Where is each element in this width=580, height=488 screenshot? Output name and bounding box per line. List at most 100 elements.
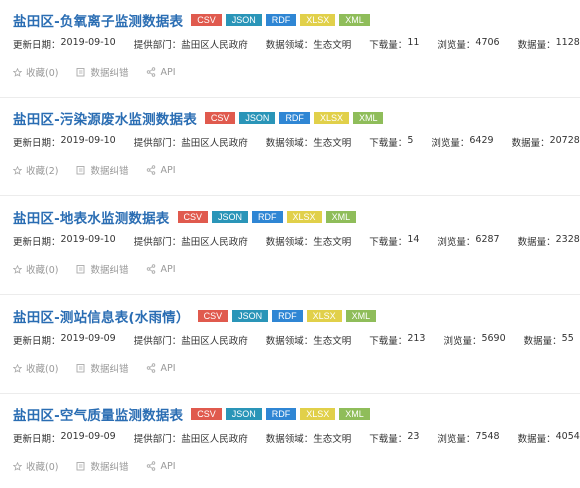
actions-row: 收藏(0) 数据纠错 API [13,262,194,276]
downloads-value: 213 [407,333,426,344]
format-tag-xml[interactable]: XML [339,14,370,26]
views-value: 7548 [475,431,500,442]
downloads-value: 23 [407,431,420,442]
provider-label: 提供部门： [133,434,182,445]
star-icon [13,363,26,373]
views-label: 浏览量： [437,434,476,445]
edit-icon [76,264,90,274]
actions-row: 收藏(2) 数据纠错 API [13,163,194,177]
format-tag-xml[interactable]: XML [345,310,377,322]
report-error-button[interactable]: 数据纠错 [76,65,128,79]
downloads-label: 下载量： [369,434,408,445]
edit-icon [76,67,90,77]
format-tag-csv[interactable]: CSV [204,112,236,124]
api-label: API [160,263,176,275]
title-row: 盐田区-地表水监测数据表 CSV JSON RDF XLSX XML [13,206,360,228]
format-tag-xml[interactable]: XML [352,112,384,124]
api-button[interactable]: API [146,263,176,275]
update-date-value: 2019-09-10 [60,37,116,48]
dataset-title-link[interactable]: 盐田区-地表水监测数据表 [13,207,170,227]
format-tag-json[interactable]: JSON [232,310,269,322]
domain-label: 数据领域： [265,237,314,248]
edit-icon [76,461,90,471]
downloads-label: 下载量： [369,138,408,149]
provider-label: 提供部门： [133,336,182,347]
api-button[interactable]: API [146,165,176,176]
update-date-label: 更新日期： [13,336,61,347]
dataset-title-link[interactable]: 盐田区-空气质量监测数据表 [13,404,183,424]
format-tag-rdf[interactable]: RDF [279,112,310,124]
domain-value: 生态文明 [313,40,352,51]
views-label: 浏览量： [437,40,476,51]
favorite-label: 收藏(0) [26,462,59,473]
share-icon [146,165,160,175]
format-tag-json[interactable]: JSON [225,14,262,26]
update-date-label: 更新日期： [13,138,61,149]
format-tag-csv[interactable]: CSV [197,310,229,322]
api-button[interactable]: API [146,461,176,472]
provider-label: 提供部门： [133,40,182,51]
report-error-button[interactable]: 数据纠错 [76,361,128,375]
edit-icon [76,363,90,373]
format-tag-rdf[interactable]: RDF [265,14,297,26]
format-tag-xml[interactable]: XML [339,408,370,420]
records-value: 40542 [555,431,580,442]
edit-icon [76,165,90,175]
update-date-label: 更新日期： [13,40,61,51]
favorite-button[interactable]: 收藏(2) [13,163,58,177]
dataset-item: 盐田区-测站信息表(水雨情） CSV JSON RDF XLSX XML 更新日期： 2019… [0,296,580,394]
format-tag-xlsx[interactable]: XLSX [306,310,342,322]
report-error-label: 数据纠错 [90,364,129,375]
format-tag-json[interactable]: JSON [225,408,262,420]
format-tag-rdf[interactable]: RDF [272,310,303,322]
format-tag-csv[interactable]: CSV [177,211,209,223]
views-value: 5690 [481,333,506,344]
favorite-button[interactable]: 收藏(0) [13,262,58,276]
format-tag-xlsx[interactable]: XLSX [300,408,336,420]
provider-value: 盐田区人民政府 [181,434,248,445]
favorite-button[interactable]: 收藏(0) [13,65,58,79]
views-value: 4706 [475,37,500,48]
report-error-label: 数据纠错 [90,68,129,79]
report-error-button[interactable]: 数据纠错 [76,262,128,276]
dataset-title-link[interactable]: 盐田区-污染源废水监测数据表 [13,108,197,128]
meta-row: 更新日期： 2019-09-10 提供部门： 盐田区人民政府 数据领域： 生态文明 下载量：… [13,135,580,149]
dataset-title-link[interactable]: 盐田区-测站信息表(水雨情） [13,306,190,326]
dataset-item: 盐田区-地表水监测数据表 CSV JSON RDF XLSX XML 更新日期： 2019-0… [0,197,580,295]
domain-label: 数据领域： [265,40,314,51]
report-error-button[interactable]: 数据纠错 [76,163,128,177]
provider-value: 盐田区人民政府 [181,336,248,347]
favorite-label: 收藏(0) [26,265,59,276]
dataset-item: 盐田区-负氧离子监测数据表 CSV JSON RDF XLSX XML 更新日期： 2019-… [0,0,580,98]
title-row: 盐田区-空气质量监测数据表 CSV JSON RDF XLSX XML [13,403,374,425]
share-icon [146,67,160,77]
dataset-title-link[interactable]: 盐田区-负氧离子监测数据表 [13,10,183,30]
format-tag-xlsx[interactable]: XLSX [286,211,322,223]
format-tag-csv[interactable]: CSV [191,408,222,420]
format-tag-rdf[interactable]: RDF [252,211,283,223]
format-tag-json[interactable]: JSON [239,112,276,124]
format-tag-xlsx[interactable]: XLSX [300,14,336,26]
favorite-button[interactable]: 收藏(0) [13,459,58,473]
report-error-label: 数据纠错 [90,462,129,473]
downloads-value: 14 [407,234,420,245]
update-date-value: 2019-09-10 [60,135,116,146]
star-icon [13,165,26,175]
api-button[interactable]: API [146,67,176,78]
format-tag-rdf[interactable]: RDF [265,408,297,420]
format-tag-json[interactable]: JSON [212,211,249,223]
views-label: 浏览量： [437,237,476,248]
favorite-button[interactable]: 收藏(0) [13,361,58,375]
format-tag-csv[interactable]: CSV [191,14,222,26]
domain-value: 生态文明 [313,434,352,445]
favorite-label: 收藏(2) [26,166,59,177]
domain-label: 数据领域： [265,138,314,149]
views-label: 浏览量： [431,138,470,149]
report-error-button[interactable]: 数据纠错 [76,459,128,473]
format-tag-xlsx[interactable]: XLSX [313,112,349,124]
api-button[interactable]: API [146,363,176,374]
favorite-label: 收藏(0) [26,68,59,79]
domain-label: 数据领域： [265,336,314,347]
format-tag-xml[interactable]: XML [325,211,357,223]
title-row: 盐田区-污染源废水监测数据表 CSV JSON RDF XLSX XML [13,107,387,129]
